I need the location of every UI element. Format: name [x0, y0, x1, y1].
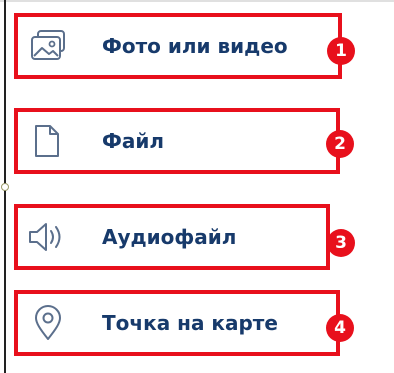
menu-item-file[interactable]: Файл: [14, 108, 340, 174]
menu-item-label: Фото или видео: [102, 34, 288, 58]
step-badge-2: 2: [326, 130, 354, 158]
step-badge-4: 4: [326, 314, 354, 342]
photo-gallery-icon: [28, 28, 68, 64]
menu-item-label: Точка на карте: [102, 311, 278, 335]
attachment-menu: Фото или видео Файл Аудиофайл Точка на к…: [0, 0, 394, 373]
map-pin-icon: [28, 305, 68, 341]
step-badge-1: 1: [327, 37, 355, 65]
menu-item-audio-file[interactable]: Аудиофайл: [14, 204, 330, 270]
step-badge-3: 3: [327, 229, 355, 257]
file-icon: [28, 123, 68, 159]
speaker-icon: [28, 219, 68, 255]
menu-item-label: Файл: [102, 129, 164, 153]
menu-item-label: Аудиофайл: [102, 225, 237, 249]
menu-item-map-point[interactable]: Точка на карте: [14, 290, 340, 356]
menu-item-photo-video[interactable]: Фото или видео: [14, 13, 342, 79]
